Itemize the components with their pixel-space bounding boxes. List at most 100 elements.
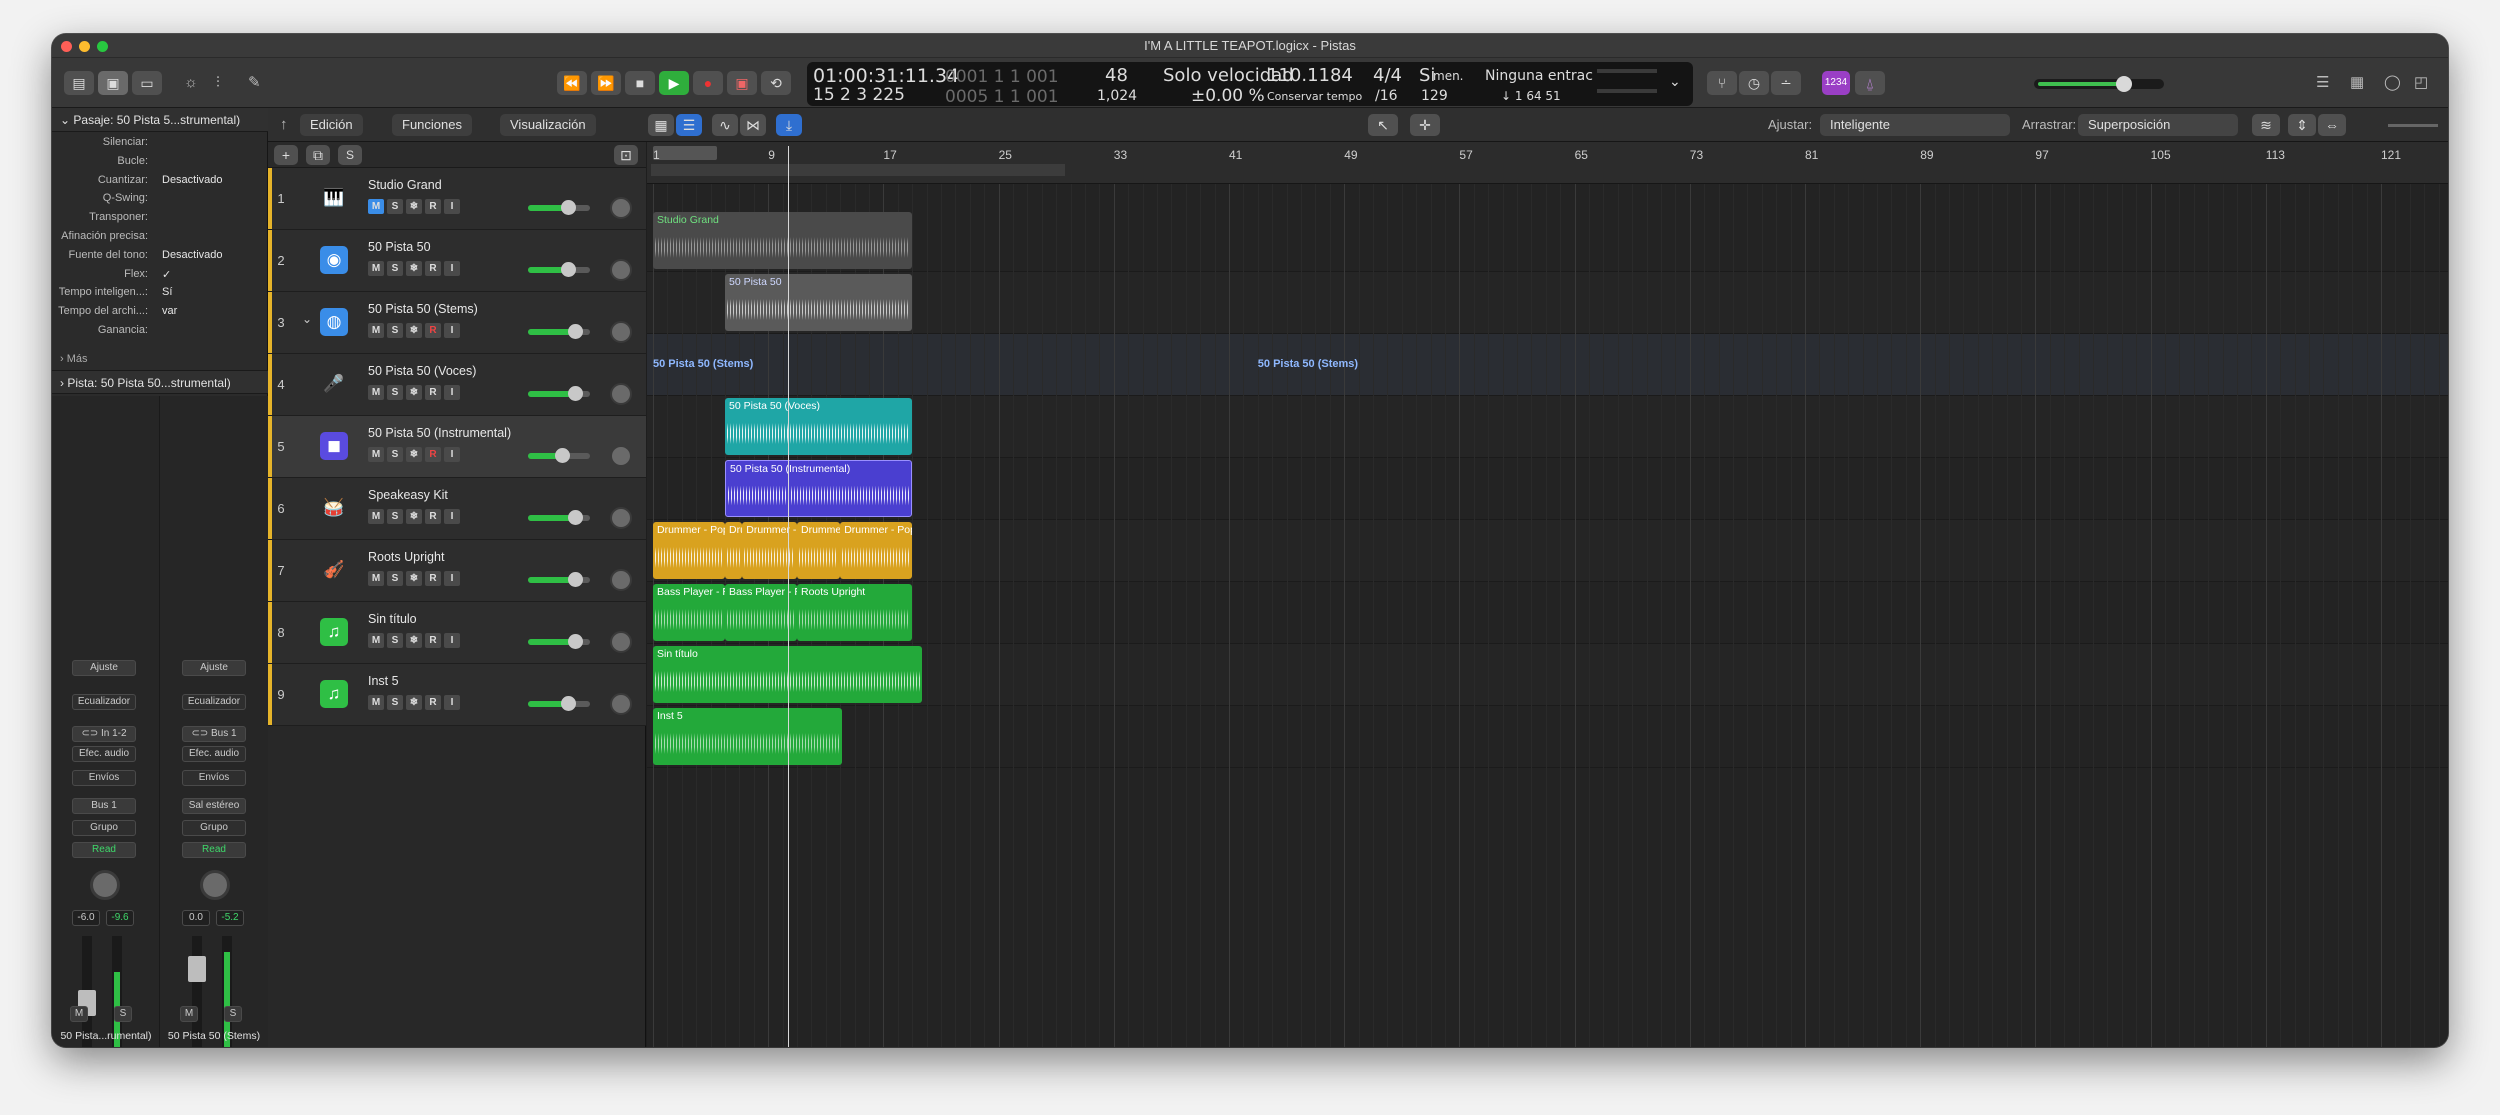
inspector-row-value[interactable]: ✓ [162,268,171,281]
track-name[interactable]: 50 Pista 50 (Stems) [368,302,478,316]
track-pan-knob[interactable] [610,321,632,343]
record-button[interactable]: ● [693,71,723,95]
record-enable-button[interactable]: R [425,633,441,648]
track-pan-knob[interactable] [610,383,632,405]
mute-button[interactable]: M [368,571,384,586]
vertical-zoom-slider[interactable] [2388,124,2438,127]
region[interactable]: Bass Player - Roots U [653,584,725,641]
track-volume-fader[interactable] [528,386,590,401]
freeze-icon[interactable]: ❄ [406,323,422,338]
track-pan-knob[interactable] [610,197,632,219]
track-header[interactable]: 3 ⌄ ◍ 50 Pista 50 (Stems) M S ❄ R I [268,292,646,354]
track-header[interactable]: 1 🎹 Studio Grand M S ❄ R I [268,168,646,230]
region[interactable]: Drummer - Pop Brush [840,522,913,579]
inspector-row[interactable]: Transponer: [52,211,268,229]
count-in-button[interactable]: 1234 [1822,71,1850,95]
track-pan-knob[interactable] [610,259,632,281]
freeze-icon[interactable]: ❄ [406,385,422,400]
metronome-icon[interactable]: ◷ [1739,71,1769,95]
folder-disclosure-icon[interactable]: ⌄ [302,312,312,326]
track-volume-knob[interactable] [567,634,583,649]
inspector-row[interactable]: Fuente del tono: Desactivado [52,249,268,267]
inspector-row-value[interactable]: var [162,305,177,317]
drag-select[interactable]: Superposición [2078,114,2238,136]
track-header[interactable]: 5 ◼ 50 Pista 50 (Instrumental) M S ❄ R I [268,416,646,478]
list-editors-icon[interactable]: ☰ [2316,71,2329,95]
track-header[interactable]: 7 🎻 Roots Upright M S ❄ R I [268,540,646,602]
freeze-icon[interactable]: ❄ [406,509,422,524]
tuner-icon[interactable]: ⑂ [1707,71,1737,95]
input-monitor-button[interactable]: I [444,447,460,462]
solo-button[interactable]: S [387,323,403,338]
freeze-icon[interactable]: ❄ [406,199,422,214]
track-lane[interactable] [647,210,2448,272]
mute-button[interactable]: M [368,261,384,276]
track-pan-knob[interactable] [610,569,632,591]
track-name[interactable]: Roots Upright [368,550,444,564]
track-header[interactable]: 4 🎤 50 Pista 50 (Voces) M S ❄ R I [268,354,646,416]
flex-icon[interactable]: ⋈ [740,114,766,136]
region[interactable]: 50 Pista 50 (Voces) [725,398,913,455]
inspector-row-value[interactable]: Sí [162,286,172,298]
solo-button[interactable]: S [387,633,403,648]
close-window-button[interactable] [61,41,72,52]
track-header[interactable]: 6 🥁 Speakeasy Kit M S ❄ R I [268,478,646,540]
piano-icon[interactable]: 🎹 [320,184,348,212]
secondary-tool-icon[interactable]: ✛ [1410,114,1440,136]
record-enable-button[interactable]: R [425,571,441,586]
strip2-fader-cap[interactable] [188,956,206,982]
solo-button[interactable]: S [387,571,403,586]
inspector-row[interactable]: Tempo del archi...: var [52,305,268,323]
track-volume-knob[interactable] [561,262,577,277]
region[interactable]: Inst 5 [653,708,842,765]
track-volume-knob[interactable] [567,324,583,339]
freeze-icon[interactable]: ❄ [406,571,422,586]
freeze-icon[interactable]: ❄ [406,447,422,462]
replace-icon[interactable]: ∸ [1771,71,1801,95]
bar-ruler[interactable]: 1 9 17 25 33 41 49 57 65 73 81 89 97 105 113 121 [647,142,2448,184]
zoom-window-button[interactable] [97,41,108,52]
edit-menu[interactable]: Edición [300,114,363,136]
browser-icon[interactable]: ◰ [2414,71,2428,95]
fast-forward-button[interactable]: ⏩ [591,71,621,95]
drums-icon[interactable]: 🥁 [320,494,348,522]
track-name[interactable]: 50 Pista 50 (Instrumental) [368,426,511,440]
strip1-eq-button[interactable]: Ecualizador [72,694,136,710]
track-header[interactable]: 2 ◉ 50 Pista 50 M S ❄ R I [268,230,646,292]
strip2-pan-knob[interactable] [200,870,230,900]
lcd-display[interactable]: 01:00:31:11.34 0001 1 1 001 15 2 3 225 0… [807,62,1693,107]
back-arrow-icon[interactable]: ↑ [280,113,288,137]
playhead[interactable] [788,146,790,1047]
cycle-region[interactable] [653,146,717,160]
track-volume-knob[interactable] [555,448,571,463]
folder-stack-label[interactable]: 50 Pista 50 (Stems) [653,358,753,370]
region[interactable]: Dru [725,522,743,579]
mute-button[interactable]: M [368,633,384,648]
record-enable-button[interactable]: R [425,323,441,338]
record-enable-button[interactable]: R [425,509,441,524]
horizontal-zoom-icon[interactable]: ⇔ [2318,114,2346,136]
track-volume-knob[interactable] [567,510,583,525]
track-options-button[interactable]: ⊡ [614,145,638,165]
note-icon[interactable]: ♫ [320,618,348,646]
record-enable-button[interactable]: R [425,695,441,710]
waveform-zoom-icon[interactable]: ≋ [2252,114,2280,136]
master-volume-knob[interactable] [2116,76,2132,92]
strip2-solo-button[interactable]: S [224,1006,242,1022]
track-lane[interactable] [647,396,2448,458]
solo-button[interactable]: S [387,695,403,710]
solo-button[interactable]: S [387,447,403,462]
mute-button[interactable]: M [368,447,384,462]
strip2-input-button[interactable]: ⊂⊃ Bus 1 [182,726,246,742]
input-monitor-button[interactable]: I [444,385,460,400]
track-volume-fader[interactable] [528,262,590,277]
strip2-group-button[interactable]: Grupo [182,820,246,836]
region-inspector-header[interactable]: ⌄ Pasaje: 50 Pista 5...strumental) [52,108,268,132]
snap-select[interactable]: Inteligente [1820,114,2010,136]
inspector-row-value[interactable]: Desactivado [162,249,223,261]
region[interactable]: 50 Pista 50 (Instrumental) [725,460,913,517]
strip1-sends-slot[interactable]: Envíos [72,770,136,786]
track-pan-knob[interactable] [610,445,632,467]
inspector-row[interactable]: Bucle: [52,155,268,173]
note-icon[interactable]: ♫ [320,680,348,708]
